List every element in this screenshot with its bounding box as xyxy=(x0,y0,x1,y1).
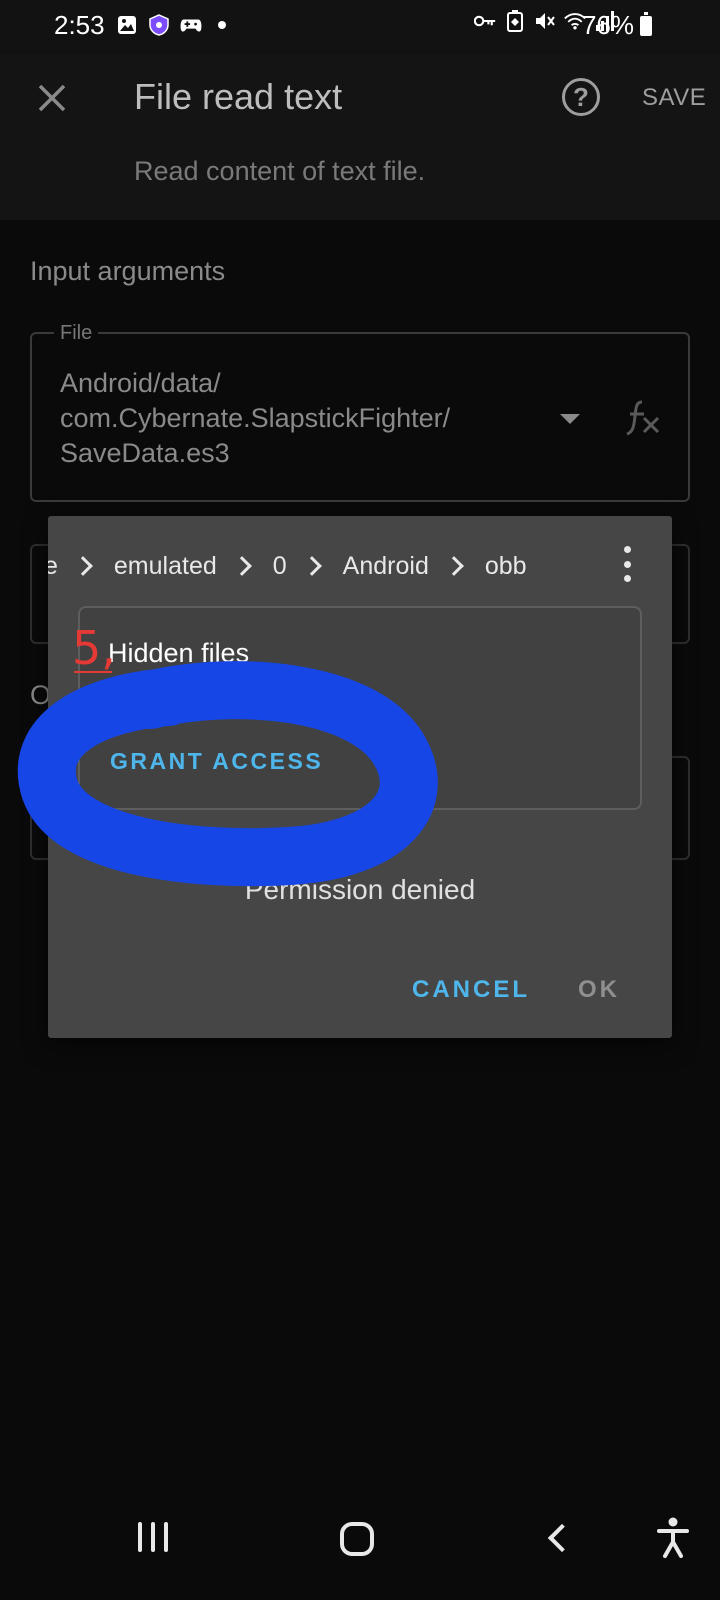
dropdown-arrow-icon[interactable] xyxy=(560,414,580,424)
battery-saver-icon xyxy=(504,10,526,32)
battery-icon xyxy=(640,12,652,36)
breadcrumb: e emulated 0 Android obb xyxy=(48,546,527,586)
breadcrumb-item[interactable]: e xyxy=(48,552,58,581)
close-button[interactable] xyxy=(34,80,70,116)
breadcrumb-item[interactable]: 0 xyxy=(273,552,287,581)
save-button[interactable]: SAVE xyxy=(642,84,706,112)
chevron-right-icon xyxy=(231,556,252,576)
key-icon xyxy=(474,10,496,32)
help-button[interactable]: ? xyxy=(562,78,600,116)
notification-dot-icon xyxy=(218,21,226,29)
input-arguments-label: Input arguments xyxy=(30,256,226,286)
status-bar: 2:53 76% xyxy=(0,0,720,54)
close-icon xyxy=(38,84,66,112)
breadcrumb-item[interactable]: emulated xyxy=(114,552,217,581)
grant-access-button[interactable]: GRANT ACCESS xyxy=(110,748,323,775)
mute-icon xyxy=(534,10,556,32)
chevron-right-icon xyxy=(301,556,322,576)
card-title: Hidden files xyxy=(108,638,250,668)
home-button[interactable] xyxy=(340,1522,374,1556)
status-time: 2:53 xyxy=(54,10,105,40)
function-icon[interactable] xyxy=(624,398,662,447)
battery-percentage: 76% xyxy=(581,10,634,40)
overflow-menu-icon[interactable] xyxy=(622,546,632,582)
system-nav-bar xyxy=(0,1494,720,1600)
help-icon: ? xyxy=(573,81,589,112)
breadcrumb-item[interactable]: Android xyxy=(343,552,429,581)
game-controller-icon xyxy=(180,14,202,36)
status-left-icons xyxy=(116,14,226,36)
file-field-label: File xyxy=(54,322,99,345)
cancel-button[interactable]: CANCEL xyxy=(412,976,530,1004)
page-title: File read text xyxy=(134,76,343,117)
gallery-icon xyxy=(116,14,138,36)
card-description: All files may not be visible xyxy=(110,680,374,706)
chevron-right-icon xyxy=(443,556,464,576)
file-path-text: Android/data/com.Cybernate.SlapstickFigh… xyxy=(60,368,451,468)
file-picker-dialog: e emulated 0 Android obb Hidden files Al… xyxy=(48,516,672,1038)
shield-app-icon xyxy=(148,14,170,36)
hidden-files-card: Hidden files All files may not be visibl… xyxy=(78,606,642,810)
action-header: File read text ? SAVE Read content of te… xyxy=(0,54,720,220)
page-subtitle: Read content of text file. xyxy=(134,156,426,186)
chevron-right-icon xyxy=(73,556,93,576)
recents-button[interactable] xyxy=(138,1522,168,1552)
ok-button[interactable]: OK xyxy=(578,976,620,1004)
file-field-value: Android/data/com.Cybernate.SlapstickFigh… xyxy=(60,366,520,471)
accessibility-icon[interactable] xyxy=(656,1516,690,1560)
back-button[interactable] xyxy=(547,1523,577,1553)
permission-denied-message: Permission denied xyxy=(244,874,476,905)
breadcrumb-item[interactable]: obb xyxy=(485,552,527,581)
